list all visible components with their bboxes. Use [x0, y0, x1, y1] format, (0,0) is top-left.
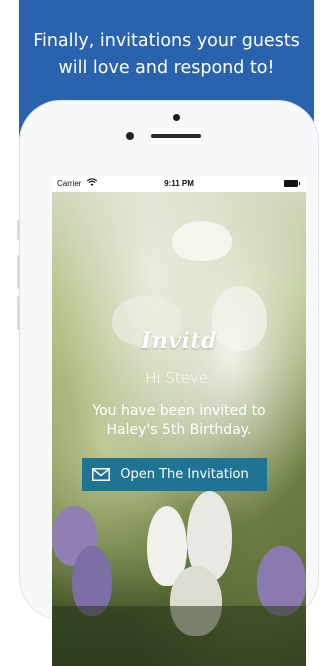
status-bar: Carrier 9:11 PM [52, 176, 306, 192]
promo-headline: Finally, invitations your guests will lo… [33, 31, 300, 78]
front-camera [173, 114, 180, 121]
greeting-text: Hi Steve, [145, 369, 213, 387]
earpiece-speaker [151, 134, 201, 138]
phone-volume-down [17, 296, 20, 330]
app-logo: Invitd [141, 328, 217, 354]
grass [52, 606, 306, 666]
envelope-icon [92, 468, 111, 481]
phone-volume-up [17, 255, 20, 289]
invitation-message: You have been invited to Haley's 5th Bir… [92, 403, 266, 438]
proximity-sensor [126, 132, 134, 140]
status-time: 9:11 PM [164, 179, 194, 188]
phone-frame: Carrier 9:11 PM Invitd Hi Steve, You hav… [17, 100, 319, 666]
blurred-flower [172, 221, 232, 261]
open-invitation-button[interactable]: Open The Invitation [82, 458, 267, 491]
battery-icon [284, 180, 300, 187]
phone-screen: Carrier 9:11 PM Invitd Hi Steve, You hav… [52, 176, 306, 666]
open-invitation-label: Open The Invitation [120, 467, 249, 482]
phone-mute-switch [17, 220, 20, 240]
